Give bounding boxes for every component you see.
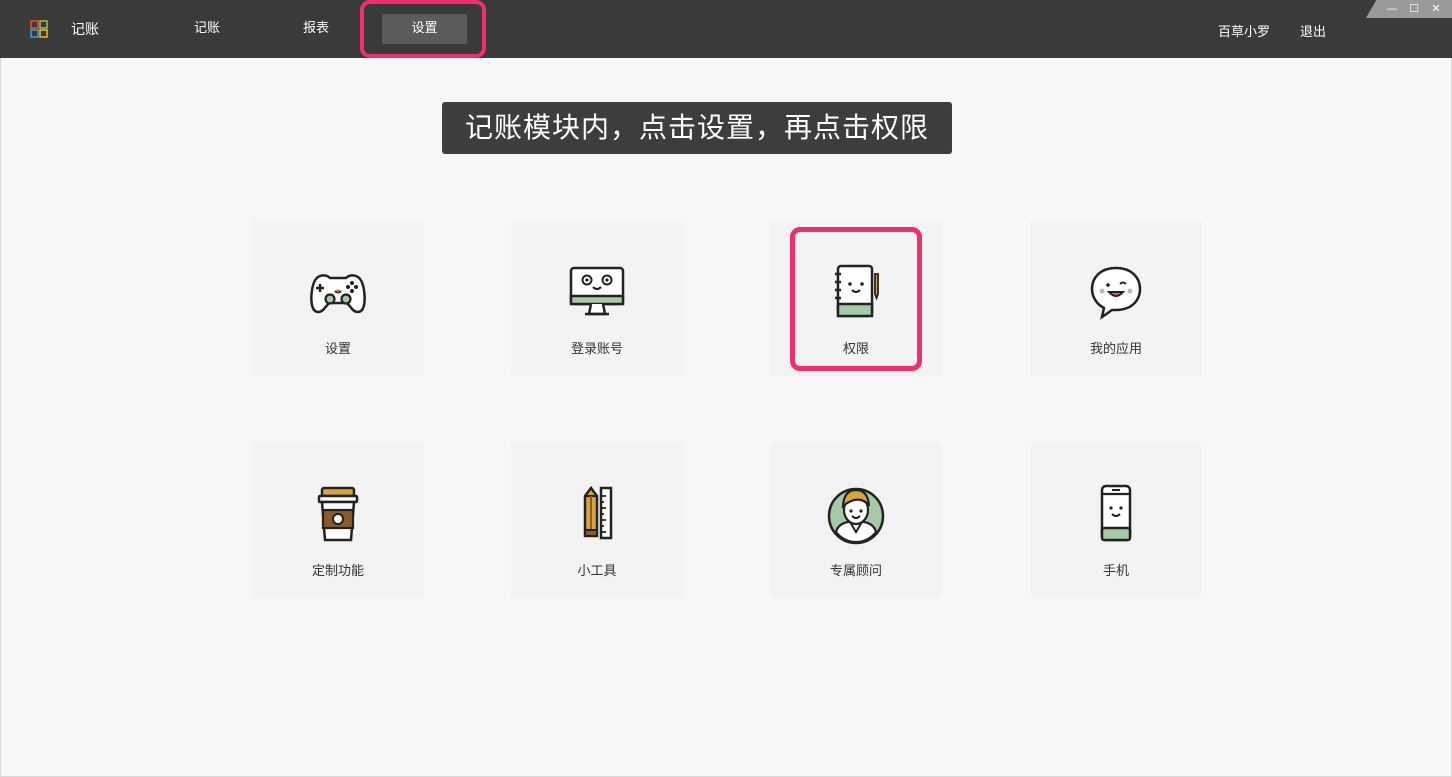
instruction-banner: 记账模块内，点击设置，再点击权限: [442, 102, 952, 154]
tile-permissions-highlight: [790, 227, 922, 371]
app-grid-icon: [30, 20, 48, 38]
logout-button[interactable]: 退出: [1300, 21, 1326, 40]
nav-tab-bookkeeping[interactable]: 记账: [177, 14, 237, 44]
user-name[interactable]: 百草小罗: [1218, 21, 1270, 40]
tile-label: 手机: [1102, 564, 1129, 579]
nav-settings-highlight: [360, 0, 486, 58]
advisor-icon: [827, 487, 885, 545]
coffee-cup-icon: [317, 486, 359, 542]
pencil-ruler-icon: [583, 485, 613, 540]
tile-my-apps[interactable]: 我的应用: [1030, 220, 1202, 376]
close-icon[interactable]: ✕: [1426, 0, 1446, 18]
gamepad-icon: [310, 274, 366, 314]
content-area: [0, 58, 1452, 777]
maximize-icon[interactable]: ☐: [1404, 0, 1424, 18]
tile-custom-features[interactable]: 定制功能: [252, 442, 424, 598]
tile-phone[interactable]: 手机: [1030, 442, 1202, 598]
phone-icon: [1100, 484, 1132, 542]
top-bar: 记账 记账 报表 设置 百草小罗 退出 — ☐ ✕: [0, 0, 1452, 58]
tile-label: 设置: [324, 342, 351, 357]
tile-label: 登录账号: [570, 342, 623, 357]
window-controls: — ☐ ✕: [1366, 0, 1452, 18]
monitor-icon: [569, 266, 625, 316]
app-title: 记账: [71, 22, 99, 38]
chat-bubble-icon: [1090, 266, 1142, 320]
tile-small-tools[interactable]: 小工具: [511, 442, 683, 598]
tile-label: 定制功能: [311, 564, 364, 579]
tile-label: 小工具: [577, 564, 617, 579]
tile-login-account[interactable]: 登录账号: [511, 220, 683, 376]
tile-dedicated-advisor[interactable]: 专属顾问: [770, 442, 942, 598]
nav-tab-reports[interactable]: 报表: [286, 14, 346, 44]
minimize-icon[interactable]: —: [1382, 0, 1402, 18]
tile-settings[interactable]: 设置: [252, 220, 424, 376]
tile-label: 专属顾问: [829, 564, 882, 579]
tile-label: 我的应用: [1089, 342, 1142, 357]
